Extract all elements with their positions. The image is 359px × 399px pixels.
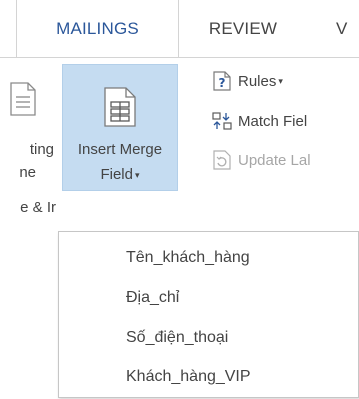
ribbon-tab-strip: MAILINGS REVIEW V bbox=[0, 0, 359, 57]
match-fields-icon bbox=[212, 112, 232, 130]
document-area bbox=[0, 230, 58, 398]
merge-field-icon bbox=[104, 87, 136, 127]
merge-field-dropdown: Tên_khách_hàng Địa_chỉ Số_điện_thoại Khá… bbox=[58, 231, 359, 398]
left-button-label-line1[interactable]: ting bbox=[0, 141, 54, 158]
update-labels-button[interactable]: Update Lal bbox=[212, 148, 311, 172]
tab-review-label: REVIEW bbox=[208, 18, 278, 38]
svg-text:?: ? bbox=[219, 76, 226, 90]
group-label: e & Ir bbox=[20, 199, 56, 216]
chevron-down-icon: ▾ bbox=[278, 75, 283, 86]
tab-view-label: V bbox=[336, 18, 348, 38]
insert-merge-field-label-text: Field bbox=[100, 166, 133, 183]
rules-icon: ? bbox=[213, 71, 231, 91]
chevron-down-icon: ▾ bbox=[134, 169, 140, 180]
match-fields-button[interactable]: Match Fiel bbox=[212, 109, 307, 133]
document-icon bbox=[10, 82, 36, 116]
tab-view[interactable]: V bbox=[336, 0, 359, 57]
tab-mailings[interactable]: MAILINGS bbox=[16, 0, 179, 57]
insert-merge-field-button[interactable]: Insert Merge Field ▾ bbox=[62, 64, 178, 191]
update-labels-label: Update Lal bbox=[238, 151, 311, 169]
merge-field-option[interactable]: Số_điện_thoại bbox=[59, 318, 358, 358]
merge-field-option[interactable]: Địa_chỉ bbox=[59, 278, 358, 318]
insert-merge-field-label-line1: Insert Merge bbox=[77, 141, 163, 158]
insert-merge-field-label-line2: Field ▾ bbox=[63, 166, 177, 183]
tab-review[interactable]: REVIEW bbox=[195, 0, 291, 57]
left-button-label-line2[interactable]: ne bbox=[0, 164, 36, 181]
rules-button[interactable]: ? Rules ▾ bbox=[212, 69, 283, 93]
tab-mailings-label: MAILINGS bbox=[56, 18, 139, 38]
merge-field-option[interactable]: Tên_khách_hàng bbox=[59, 238, 358, 278]
match-fields-label: Match Fiel bbox=[238, 112, 308, 130]
merge-field-option[interactable]: Khách_hàng_VIP bbox=[59, 357, 358, 397]
update-labels-icon bbox=[213, 150, 231, 170]
rules-label: Rules bbox=[238, 72, 277, 90]
